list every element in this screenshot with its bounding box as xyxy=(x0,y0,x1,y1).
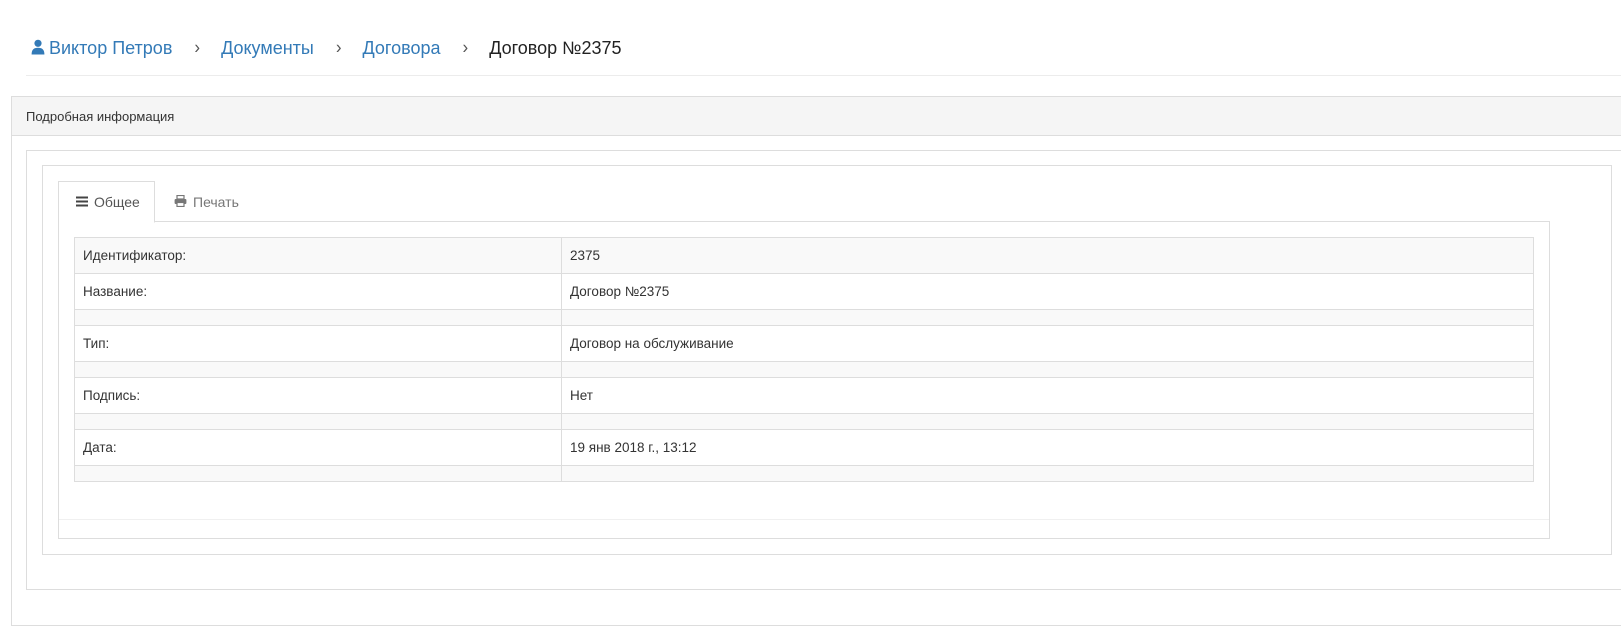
row-value: Договор №2375 xyxy=(561,273,1534,310)
row-value: 19 янв 2018 г., 13:12 xyxy=(561,429,1534,466)
row-value: Договор на обслуживание xyxy=(561,325,1534,362)
row-label: Тип: xyxy=(74,325,562,362)
table-spacer-row xyxy=(74,465,1534,482)
table-row: Название: Договор №2375 xyxy=(74,273,1534,310)
row-label: Дата: xyxy=(74,429,562,466)
details-panel: Подробная информация Общее Печать Иденти… xyxy=(11,96,1621,626)
table-row: Подпись: Нет xyxy=(74,377,1534,414)
breadcrumb: Виктор Петров › Документы › Договора › Д… xyxy=(31,34,622,62)
tab-general-label: Общее xyxy=(94,194,140,210)
details-table: Идентификатор: 2375 Название: Договор №2… xyxy=(74,237,1534,482)
breadcrumb-user-link[interactable]: Виктор Петров xyxy=(31,38,172,59)
table-row: Идентификатор: 2375 xyxy=(74,237,1534,274)
row-value: 2375 xyxy=(561,237,1534,274)
panel-body: Общее Печать Идентификатор: 2375 Названи… xyxy=(26,150,1621,590)
tab-content-general: Идентификатор: 2375 Название: Договор №2… xyxy=(58,222,1550,539)
list-icon xyxy=(76,194,88,210)
panel-title: Подробная информация xyxy=(26,108,175,124)
tab-footer-divider xyxy=(59,519,1549,520)
user-icon xyxy=(31,39,45,55)
breadcrumb-current: Договор №2375 xyxy=(489,37,622,58)
breadcrumb-separator: › xyxy=(194,37,201,58)
table-row: Дата: 19 янв 2018 г., 13:12 xyxy=(74,429,1534,466)
row-label: Идентификатор: xyxy=(74,237,562,274)
row-label: Подпись: xyxy=(74,377,562,414)
breadcrumb-contracts-link[interactable]: Договора xyxy=(363,38,441,59)
panel-inner-box: Общее Печать Идентификатор: 2375 Названи… xyxy=(42,165,1612,555)
breadcrumb-separator: › xyxy=(335,37,342,58)
tab-general[interactable]: Общее xyxy=(58,181,155,223)
tab-print[interactable]: Печать xyxy=(174,181,239,222)
print-icon xyxy=(174,194,187,210)
table-spacer-row xyxy=(74,413,1534,430)
breadcrumb-user-label: Виктор Петров xyxy=(49,37,173,58)
panel-heading: Подробная информация xyxy=(12,97,1621,136)
breadcrumb-divider xyxy=(26,75,1621,76)
breadcrumb-separator: › xyxy=(462,37,469,58)
tab-print-label: Печать xyxy=(193,193,239,210)
row-value: Нет xyxy=(561,377,1534,414)
table-row: Тип: Договор на обслуживание xyxy=(74,325,1534,362)
row-label: Название: xyxy=(74,273,562,310)
breadcrumb-documents-link[interactable]: Документы xyxy=(221,38,314,59)
tab-bar: Общее Печать xyxy=(58,181,1550,223)
table-spacer-row xyxy=(74,361,1534,378)
table-spacer-row xyxy=(74,309,1534,326)
